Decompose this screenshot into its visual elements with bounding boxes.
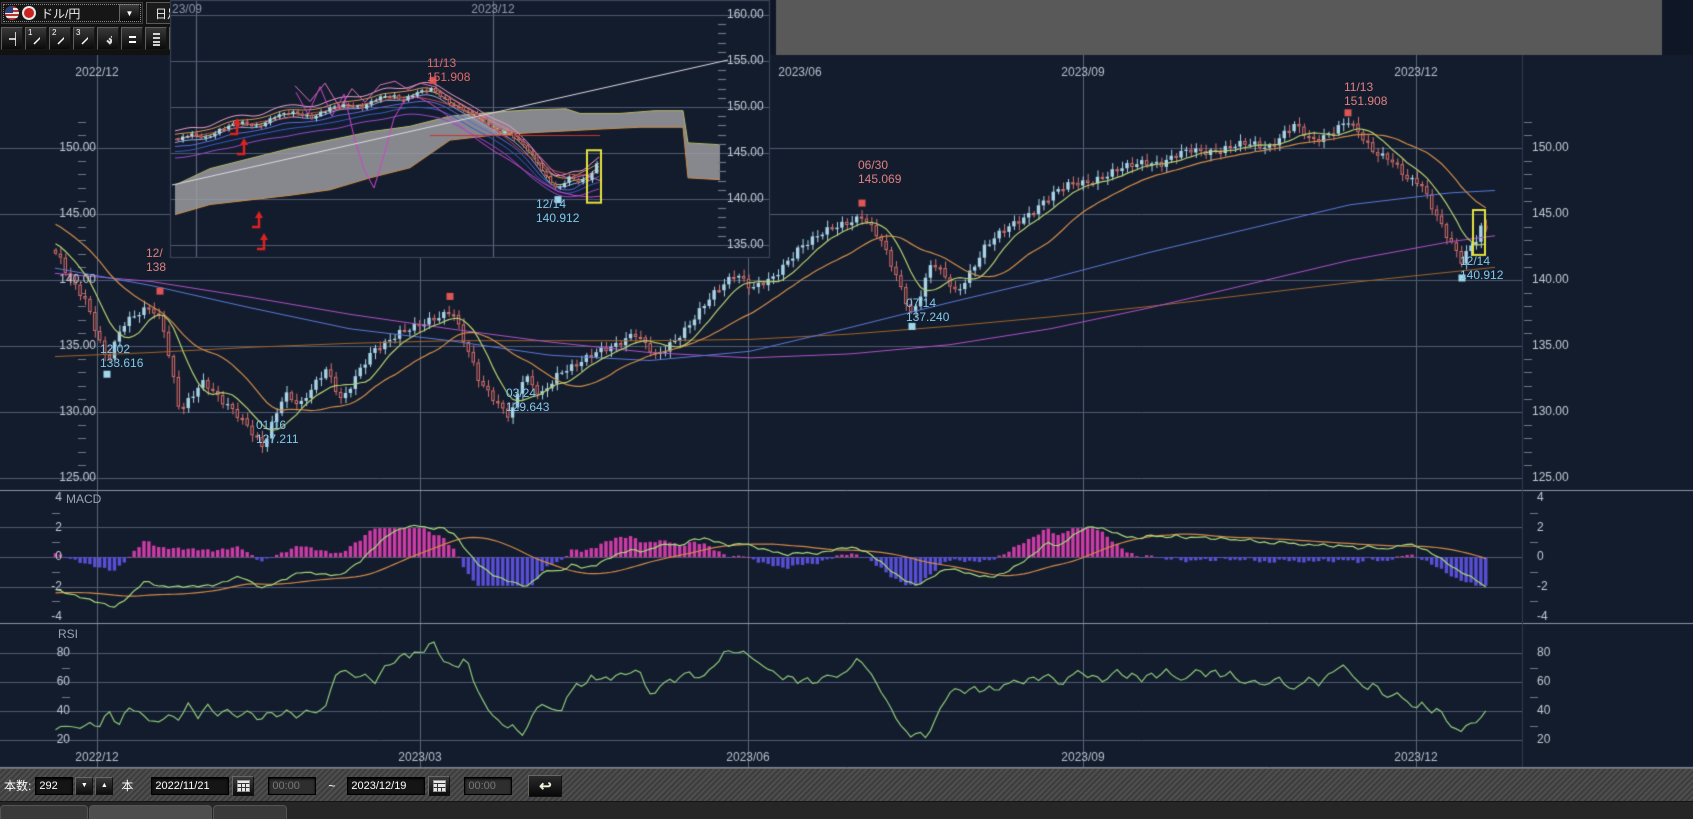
horizontal-lines-2-button[interactable]: [121, 27, 143, 50]
drawing-toolbar: 123: [1, 27, 170, 50]
bottom-tab-2[interactable]: [89, 805, 212, 819]
trendline-1-button[interactable]: 1: [25, 27, 47, 50]
trendline-2-button[interactable]: 2: [49, 27, 71, 50]
bar-count-label: 本数:: [4, 777, 31, 794]
bar-count-input[interactable]: [35, 777, 73, 795]
calendar-icon: [237, 779, 250, 792]
macd-panel-label: MACD: [66, 492, 101, 506]
bottom-tab-3[interactable]: [213, 805, 287, 819]
date-to-input[interactable]: [347, 777, 425, 795]
wave-button[interactable]: [169, 27, 170, 50]
range-tilde-label: ~: [328, 779, 335, 793]
trendline-3-button[interactable]: 3: [73, 27, 95, 50]
trading-app-window: { "toolbar": { "symbol": "ドル/円", "timefr…: [0, 0, 1693, 819]
time-to-input: [464, 777, 512, 795]
bar-unit-label: 本: [121, 777, 133, 794]
ruler-button[interactable]: [97, 27, 119, 50]
calendar-to-button[interactable]: [428, 776, 450, 796]
symbol-dropdown-button[interactable]: ▼: [119, 4, 140, 22]
time-from-input: [268, 777, 316, 795]
timeframe-button[interactable]: 日足: [146, 2, 170, 24]
calendar-icon: [433, 779, 446, 792]
us-flag-icon: [5, 6, 19, 20]
bottom-tabs: [0, 801, 1693, 819]
calendar-from-button[interactable]: [232, 776, 254, 796]
date-from-input[interactable]: [151, 777, 229, 795]
count-decrease-button[interactable]: ▼: [75, 777, 93, 795]
count-increase-button[interactable]: ▲: [95, 777, 113, 795]
bottom-tab-1[interactable]: [0, 805, 88, 819]
rsi-panel-label: RSI: [58, 627, 78, 641]
jp-flag-icon: [22, 6, 36, 20]
crosshair-button[interactable]: [1, 27, 23, 50]
horizontal-lines-4-button[interactable]: [145, 27, 167, 50]
bottom-toolbar: 本数: ▼ ▲ 本 ~ ↩: [0, 768, 1693, 802]
symbol-label: ドル/円: [41, 5, 119, 22]
symbol-selector[interactable]: ドル/円 ▼: [1, 2, 143, 24]
top-toolbar: ドル/円 ▼ 日足 123: [0, 0, 170, 55]
chart-canvas[interactable]: [0, 0, 1693, 819]
reset-range-button[interactable]: ↩: [528, 775, 562, 797]
